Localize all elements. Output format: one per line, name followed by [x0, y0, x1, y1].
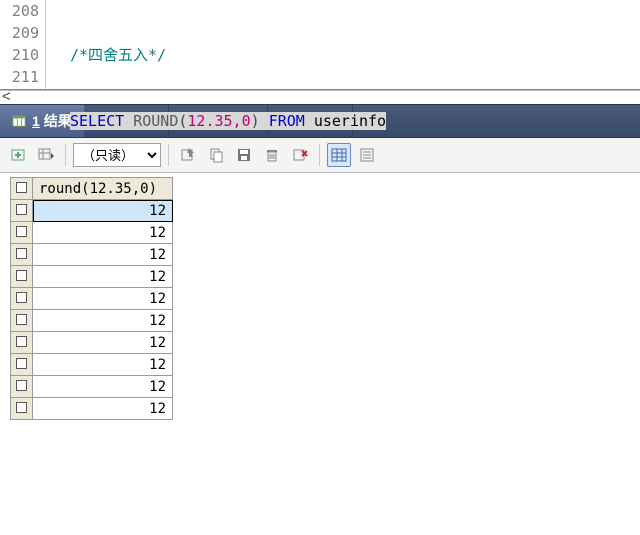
add-row-button[interactable]: [6, 143, 30, 167]
grid-options-button[interactable]: [34, 143, 58, 167]
line-number-gutter: 208 209 210 211: [0, 0, 46, 89]
cell-value[interactable]: 12: [33, 376, 173, 398]
row-checkbox[interactable]: [11, 222, 33, 244]
row-checkbox[interactable]: [11, 266, 33, 288]
cell-value[interactable]: 12: [33, 354, 173, 376]
table-result-icon: [12, 114, 26, 128]
table-row[interactable]: 12: [11, 354, 173, 376]
toolbar-separator: [65, 144, 66, 166]
sql-editor[interactable]: 208 209 210 211 /*四舍五入*/ SELECT ROUND(12…: [0, 0, 640, 90]
row-checkbox[interactable]: [11, 332, 33, 354]
cell-value[interactable]: 12: [33, 310, 173, 332]
sql-statement: SELECT ROUND(12.35,0) FROM userinfo: [70, 112, 386, 130]
table-row[interactable]: 12: [11, 398, 173, 420]
code-area[interactable]: /*四舍五入*/ SELECT ROUND(12.35,0) FROM user…: [46, 0, 640, 89]
table-row[interactable]: 12: [11, 310, 173, 332]
row-checkbox[interactable]: [11, 288, 33, 310]
row-checkbox[interactable]: [11, 200, 33, 222]
line-number: 211: [0, 66, 39, 88]
table-row[interactable]: 12: [11, 332, 173, 354]
row-checkbox[interactable]: [11, 376, 33, 398]
row-checkbox[interactable]: [11, 354, 33, 376]
sql-comment: /*四舍五入*/: [70, 46, 166, 64]
select-all-checkbox[interactable]: [11, 178, 33, 200]
row-checkbox[interactable]: [11, 398, 33, 420]
scroll-left-icon[interactable]: <: [2, 90, 11, 104]
row-checkbox[interactable]: [11, 244, 33, 266]
cell-value[interactable]: 12: [33, 398, 173, 420]
line-number: 210: [0, 44, 39, 66]
line-number: 208: [0, 0, 39, 22]
table-row[interactable]: 12: [11, 376, 173, 398]
row-checkbox[interactable]: [11, 310, 33, 332]
cell-value[interactable]: 12: [33, 332, 173, 354]
line-number: 209: [0, 22, 39, 44]
